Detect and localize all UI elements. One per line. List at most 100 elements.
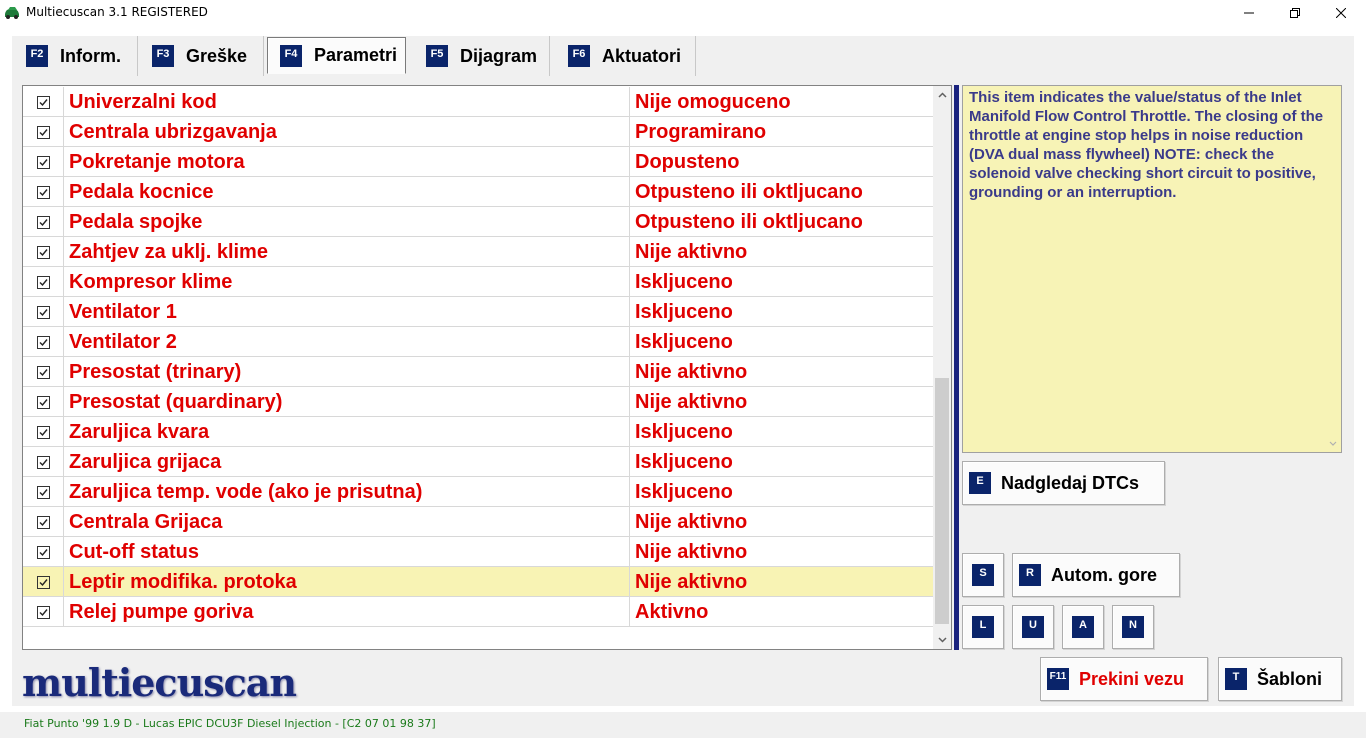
tab-greske[interactable]: F3 Greške <box>138 36 264 76</box>
tab-aktuatori[interactable]: F6 Aktuatori <box>550 36 696 76</box>
scroll-up-button[interactable] <box>933 86 951 104</box>
parameter-checkbox[interactable] <box>36 125 50 139</box>
close-button[interactable] <box>1318 0 1364 26</box>
u-button[interactable]: U <box>1012 605 1054 649</box>
checkbox-cell <box>23 267 64 297</box>
parameter-checkbox[interactable] <box>36 95 50 109</box>
parameter-checkbox[interactable] <box>36 395 50 409</box>
tab-dijagram[interactable]: F5 Dijagram <box>408 36 550 76</box>
parameter-name: Ventilator 1 <box>69 300 177 323</box>
checkmark-icon <box>39 278 48 286</box>
scroll-thumb[interactable] <box>935 378 949 624</box>
parameter-checkbox[interactable] <box>36 245 50 259</box>
parameter-name-cell: Pokretanje motora <box>64 147 630 177</box>
parameter-row[interactable]: Zahtjev za uklj. klime Nije aktivno <box>23 237 933 267</box>
parameter-name-cell: Pedala spojke <box>64 207 630 237</box>
parameter-row[interactable]: Pedala kocnice Otpusteno ili oktljucano <box>23 177 933 207</box>
parameter-value: Iskljuceno <box>635 450 733 473</box>
parameter-checkbox[interactable] <box>36 335 50 349</box>
parameter-row[interactable]: Univerzalni kod Nije omoguceno <box>23 87 933 117</box>
parameter-checkbox[interactable] <box>36 185 50 199</box>
parameter-row[interactable]: Zaruljica grijaca Iskljuceno <box>23 447 933 477</box>
minimize-icon <box>1244 12 1254 14</box>
parameter-value-cell: Nije omoguceno <box>630 87 933 117</box>
parameter-checkbox[interactable] <box>36 575 50 589</box>
parameter-value-cell: Otpusteno ili oktljucano <box>630 207 933 237</box>
parameter-name: Presostat (quardinary) <box>69 390 283 413</box>
parameter-row[interactable]: Pokretanje motora Dopusteno <box>23 147 933 177</box>
parameter-checkbox[interactable] <box>36 155 50 169</box>
parameter-row[interactable]: Pedala spojke Otpusteno ili oktljucano <box>23 207 933 237</box>
tab-parametri[interactable]: F4 Parametri <box>267 37 406 74</box>
checkbox-cell <box>23 507 64 537</box>
parameter-row[interactable]: Zaruljica temp. vode (ako je prisutna) Is… <box>23 477 933 507</box>
auto-up-button[interactable]: R Autom. gore <box>1012 553 1180 597</box>
n-button[interactable]: N <box>1112 605 1154 649</box>
parameter-value: Aktivno <box>635 600 709 623</box>
parameter-row[interactable]: Centrala Grijaca Nije aktivno <box>23 507 933 537</box>
button-label: Prekini vezu <box>1079 668 1185 689</box>
parameter-checkbox[interactable] <box>36 275 50 289</box>
parameter-row[interactable]: Presostat (quardinary) Nije aktivno <box>23 387 933 417</box>
tab-label: Parametri <box>314 45 398 65</box>
parameter-checkbox[interactable] <box>36 455 50 469</box>
parameter-checkbox[interactable] <box>36 605 50 619</box>
l-button[interactable]: L <box>962 605 1004 649</box>
close-icon <box>1336 8 1346 18</box>
maximize-button[interactable] <box>1272 0 1318 26</box>
key-badge: R <box>1019 564 1041 586</box>
monitor-dtcs-button[interactable]: E Nadgledaj DTCs <box>962 461 1165 505</box>
s-button[interactable]: S <box>962 553 1004 597</box>
parameter-value-cell: Dopusteno <box>630 147 933 177</box>
tab-inform[interactable]: F2 Inform. <box>12 36 138 76</box>
parameter-row[interactable]: Leptir modifika. protoka Nije aktivno <box>23 567 933 597</box>
parameter-checkbox[interactable] <box>36 515 50 529</box>
a-button[interactable]: A <box>1062 605 1104 649</box>
parameter-name-cell: Zahtjev za uklj. klime <box>64 237 630 267</box>
parameter-value: Nije omoguceno <box>635 90 791 113</box>
parameter-row[interactable]: Relej pumpe goriva Aktivno <box>23 597 933 627</box>
checkbox-cell <box>23 207 64 237</box>
parameters-list[interactable]: Univerzalni kod Nije omoguceno Centrala ub… <box>22 85 952 650</box>
parameter-checkbox[interactable] <box>36 365 50 379</box>
parameter-name: Zaruljica temp. vode (ako je prisutna) <box>69 480 423 503</box>
scroll-down-button[interactable] <box>933 631 951 649</box>
parameter-row[interactable]: Presostat (trinary) Nije aktivno <box>23 357 933 387</box>
checkbox-cell <box>23 417 64 447</box>
tab-key-badge: F3 <box>152 45 174 67</box>
parameter-row[interactable]: Ventilator 2 Iskljuceno <box>23 327 933 357</box>
parameter-name-cell: Cut-off status <box>64 537 630 567</box>
checkbox-cell <box>23 477 64 507</box>
info-scrollbar[interactable] <box>1325 86 1341 452</box>
parameter-checkbox[interactable] <box>36 425 50 439</box>
parameter-name: Relej pumpe goriva <box>69 600 254 623</box>
parameter-checkbox[interactable] <box>36 485 50 499</box>
parameter-checkbox[interactable] <box>36 545 50 559</box>
chevron-down-icon <box>937 637 947 643</box>
checkbox-cell <box>23 537 64 567</box>
parameter-checkbox[interactable] <box>36 215 50 229</box>
app-logo: multiecuscan <box>22 660 297 705</box>
checkbox-cell <box>23 597 64 627</box>
parameter-name-cell: Pedala kocnice <box>64 177 630 207</box>
minimize-button[interactable] <box>1226 0 1272 26</box>
parameter-row[interactable]: Kompresor klime Iskljuceno <box>23 267 933 297</box>
parameter-row[interactable]: Centrala ubrizgavanja Programirano <box>23 117 933 147</box>
parameter-value-cell: Nije aktivno <box>630 357 933 387</box>
parameter-row[interactable]: Zaruljica kvara Iskljuceno <box>23 417 933 447</box>
key-badge: U <box>1022 616 1044 638</box>
parameter-value-cell: Iskljuceno <box>630 267 933 297</box>
parameter-value-cell: Nije aktivno <box>630 567 933 597</box>
parameter-value: Nije aktivno <box>635 540 748 563</box>
parameter-checkbox[interactable] <box>36 305 50 319</box>
templates-button[interactable]: T Šabloni <box>1218 657 1342 701</box>
checkbox-cell <box>23 447 64 477</box>
disconnect-button[interactable]: F11 Prekini vezu <box>1040 657 1208 701</box>
checkmark-icon <box>39 578 48 586</box>
checkbox-cell <box>23 237 64 267</box>
list-scrollbar[interactable] <box>933 86 951 649</box>
parameter-name: Zaruljica grijaca <box>69 450 222 473</box>
checkmark-icon <box>39 338 48 346</box>
parameter-row[interactable]: Cut-off status Nije aktivno <box>23 537 933 567</box>
parameter-row[interactable]: Ventilator 1 Iskljuceno <box>23 297 933 327</box>
